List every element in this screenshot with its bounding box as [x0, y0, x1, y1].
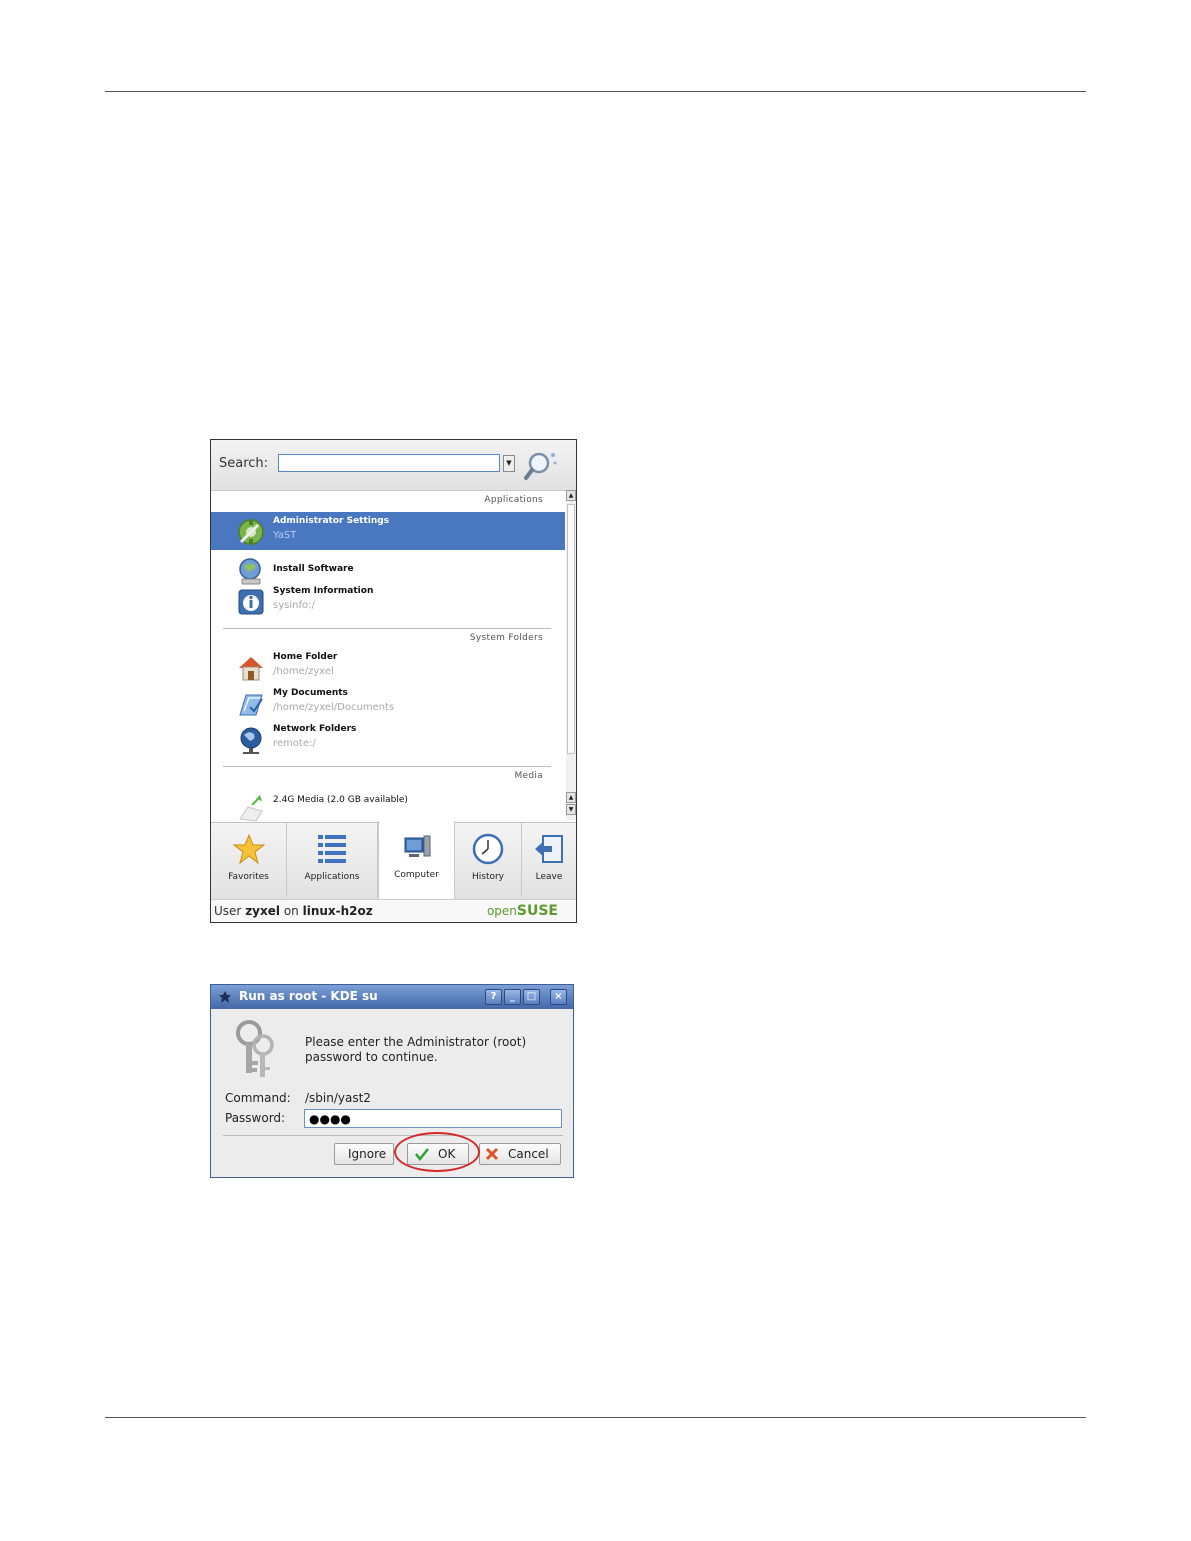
- tab-label: History: [471, 872, 505, 882]
- search-input[interactable]: [278, 454, 500, 472]
- tab-history[interactable]: History: [455, 823, 522, 897]
- list-item-network-folders[interactable]: Network Folders remote:/: [211, 720, 565, 758]
- tab-label: Computer: [394, 870, 439, 880]
- item-subtitle: /home/zyxel: [273, 666, 334, 677]
- tab-label: Favorites: [228, 872, 269, 882]
- usb-drive-icon: [239, 795, 263, 822]
- section-header-applications: Applications: [484, 495, 543, 505]
- section-separator: [223, 628, 551, 629]
- yast-settings-icon: [238, 519, 264, 545]
- window-menu-icon[interactable]: [218, 990, 232, 1004]
- exit-icon: [535, 835, 563, 863]
- info-icon: [238, 589, 264, 615]
- close-button[interactable]: ×: [550, 989, 567, 1005]
- section-separator: [223, 766, 551, 767]
- item-title: System Information: [273, 586, 374, 596]
- list-item-system-information[interactable]: System Information sysinfo:/: [211, 582, 565, 620]
- menu-scrollbar[interactable]: ▲ ▲ ▼: [566, 490, 576, 820]
- kde-application-menu: Search: ▼ Applications Administrator Set…: [210, 439, 577, 923]
- tab-favorites[interactable]: Favorites: [211, 823, 287, 897]
- scroll-up-button[interactable]: ▲: [566, 490, 576, 501]
- password-field[interactable]: [304, 1109, 562, 1128]
- clock-icon: [472, 833, 504, 865]
- cancel-button[interactable]: Cancel: [479, 1143, 561, 1165]
- scroll-up-button-lower[interactable]: ▲: [566, 792, 576, 803]
- list-item-home-folder[interactable]: Home Folder /home/zyxel: [211, 648, 565, 686]
- cancel-label: Cancel: [508, 1147, 549, 1161]
- keys-icon: [236, 1020, 274, 1077]
- item-title: Administrator Settings: [273, 516, 390, 526]
- dialog-titlebar[interactable]: Run as root - KDE su ? _ □ ×: [211, 985, 573, 1009]
- item-subtitle: /home/zyxel/Documents: [273, 702, 395, 713]
- ok-button[interactable]: OK: [407, 1143, 469, 1165]
- dialog-message: Please enter the Administrator (root) pa…: [305, 1035, 527, 1064]
- item-title: Install Software: [273, 564, 354, 574]
- dialog-separator: [223, 1135, 563, 1136]
- run-as-root-dialog: Run as root - KDE su ? _ □ × Please ente…: [210, 984, 574, 1178]
- star-icon: [232, 833, 265, 865]
- tab-computer[interactable]: Computer: [378, 821, 455, 899]
- help-button[interactable]: ?: [485, 989, 502, 1005]
- opensuse-logo: openSUSE: [486, 903, 558, 919]
- item-title: 2.4G Media (2.0 GB available): [273, 795, 408, 805]
- scroll-thumb[interactable]: [567, 504, 575, 754]
- item-subtitle: sysinfo:/: [273, 600, 315, 611]
- page-footer-rule: [105, 1417, 1086, 1418]
- item-subtitle: YaST: [273, 530, 297, 541]
- menu-status-bar: User zyxel on linux-h2oz openSUSE: [211, 899, 576, 922]
- item-title: Network Folders: [273, 724, 357, 734]
- user-host-info: User zyxel on linux-h2oz: [214, 904, 373, 918]
- section-header-media: Media: [514, 771, 543, 781]
- tab-applications[interactable]: Applications: [287, 823, 378, 897]
- dialog-title: Run as root - KDE su: [239, 989, 378, 1003]
- item-title: My Documents: [273, 688, 348, 698]
- tab-label: Applications: [304, 872, 360, 882]
- menu-tab-bar: Favorites Applications Computer History …: [211, 821, 576, 899]
- item-subtitle: remote:/: [273, 738, 316, 749]
- ignore-button[interactable]: Ignore: [334, 1143, 394, 1165]
- tab-label: Leave: [535, 872, 563, 882]
- network-globe-icon: [240, 727, 262, 754]
- computer-icon: [404, 835, 430, 857]
- password-label: Password:: [225, 1111, 286, 1125]
- search-label: Search:: [219, 456, 269, 471]
- minimize-button[interactable]: _: [504, 989, 521, 1005]
- ignore-label: Ignore: [348, 1147, 387, 1161]
- menu-item-list: Applications Administrator Settings YaST…: [211, 490, 565, 822]
- scroll-down-button[interactable]: ▼: [566, 804, 576, 815]
- maximize-button[interactable]: □: [523, 989, 540, 1005]
- command-value: /sbin/yast2: [305, 1091, 371, 1105]
- checkmark-icon: [415, 1148, 429, 1161]
- cancel-x-icon: [485, 1147, 499, 1161]
- tab-leave[interactable]: Leave: [522, 823, 576, 897]
- section-header-system-folders: System Folders: [469, 633, 543, 643]
- search-icon[interactable]: [523, 450, 559, 482]
- search-bar: Search: ▼: [211, 440, 576, 491]
- list-icon: [318, 835, 346, 863]
- search-history-dropdown[interactable]: ▼: [503, 455, 515, 472]
- page-header-rule: [105, 91, 1086, 92]
- ok-label: OK: [438, 1147, 456, 1161]
- list-item-my-documents[interactable]: My Documents /home/zyxel/Documents: [211, 684, 565, 722]
- item-title: Home Folder: [273, 652, 338, 662]
- documents-icon: [239, 694, 263, 716]
- list-item-administrator-settings[interactable]: Administrator Settings YaST: [211, 512, 565, 550]
- command-label: Command:: [225, 1091, 291, 1105]
- home-folder-icon: [239, 657, 263, 681]
